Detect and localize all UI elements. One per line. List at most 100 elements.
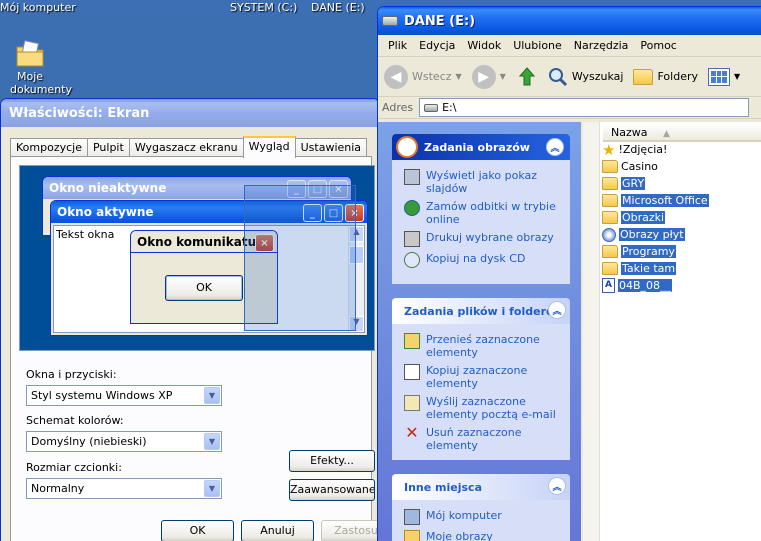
sort-ascending-icon: ▲: [662, 129, 670, 139]
file-tasks-header[interactable]: Zadania plików i folderów ︽: [392, 298, 570, 324]
task-slideshow[interactable]: Wyświetl jako pokaz slajdów: [392, 166, 570, 197]
other-places-header[interactable]: Inne miejsca ︽: [392, 474, 570, 500]
desktop-icon-my-documents[interactable]: Moje dokumenty: [10, 38, 72, 96]
printer-icon: [404, 231, 420, 247]
menu-view[interactable]: Widok: [461, 39, 507, 52]
file-name: GRY: [621, 177, 646, 190]
task-move-items[interactable]: Przenieś zaznaczone elementy: [392, 330, 570, 361]
my-documents-icon: [14, 38, 46, 70]
address-label: Adres: [382, 101, 414, 114]
color-scheme-select[interactable]: Domyślny (niebieski) ▼: [26, 431, 222, 452]
file-name: Casino: [621, 160, 658, 173]
collapse-chevron-icon[interactable]: ︽: [548, 477, 566, 495]
file-name: Takie tam: [621, 262, 677, 275]
task-print-images[interactable]: Drukuj wybrane obrazy: [392, 228, 570, 249]
other-places-title: Inne miejsca: [404, 480, 482, 494]
back-button[interactable]: ◀ Wstecz ▼: [384, 64, 462, 89]
views-icon: [708, 67, 730, 86]
menu-favorites[interactable]: Ulubione: [507, 39, 568, 52]
task-order-prints[interactable]: Zamów odbitki w trybie online: [392, 197, 570, 228]
folders-button[interactable]: Foldery: [633, 68, 698, 85]
address-input[interactable]: E:\: [419, 98, 750, 117]
task-pane: Zadania obrazów ︽ Wyświetl jako pokaz sla…: [378, 122, 581, 541]
file-name: !Zdjęcia!: [618, 143, 668, 156]
explorer-window: DANE (E:) Plik Edycja Widok Ulubione Nar…: [377, 6, 761, 541]
pictures-folder-icon: [404, 530, 420, 541]
collapse-chevron-icon[interactable]: ︽: [546, 138, 564, 156]
advanced-button[interactable]: Zaawansowane: [289, 479, 375, 501]
tab-desktop[interactable]: Pulpit: [86, 138, 130, 157]
file-list-item[interactable]: Programy: [602, 243, 676, 260]
collapse-chevron-icon[interactable]: ︽: [548, 301, 566, 319]
file-list-item[interactable]: Obrazki: [602, 209, 666, 226]
task-email-items[interactable]: Wyślij zaznaczone elementy pocztą e-mail: [392, 392, 570, 423]
place-my-computer[interactable]: Mój komputer: [392, 506, 570, 527]
cd-icon: [404, 252, 420, 268]
tab-themes[interactable]: Kompozycje: [10, 138, 88, 157]
menu-tools[interactable]: Narzędzia: [568, 39, 635, 52]
drive-icon: [382, 16, 398, 26]
chevron-down-icon: ▼: [455, 72, 462, 81]
desktop-icon-label: Moje dokumenty: [10, 70, 72, 96]
properties-tabs: Kompozycje Pulpit Wygaszacz ekranu Wyglą…: [10, 136, 368, 158]
file-list-item[interactable]: A 04B_08__: [602, 277, 673, 294]
other-places-panel: Inne miejsca ︽ Mój komputer Moje obrazy: [392, 474, 570, 541]
column-header-name[interactable]: Nazwa ▲: [603, 124, 761, 142]
color-scheme-label: Schemat kolorów:: [26, 414, 124, 427]
file-list-scrollbar[interactable]: [583, 122, 600, 541]
column-name-label: Nazwa: [611, 126, 648, 139]
ok-button[interactable]: OK: [161, 520, 234, 541]
forward-button[interactable]: ▶ ▼: [471, 64, 506, 89]
menu-file[interactable]: Plik: [382, 39, 413, 52]
folder-icon: [602, 194, 618, 207]
font-size-select[interactable]: Normalny ▼: [26, 478, 222, 499]
tab-settings[interactable]: Ustawienia: [294, 138, 368, 157]
font-file-icon: A: [602, 278, 615, 293]
explorer-titlebar[interactable]: DANE (E:): [378, 7, 761, 35]
views-button[interactable]: ▼: [708, 67, 740, 86]
desktop-label-system-drive[interactable]: SYSTEM (C:): [230, 1, 297, 14]
search-button[interactable]: Wyszukaj: [548, 67, 623, 87]
file-list-item[interactable]: Casino: [602, 158, 658, 175]
file-name: Programy: [621, 245, 676, 258]
menu-help[interactable]: Pomoc: [634, 39, 682, 52]
place-my-pictures[interactable]: Moje obrazy: [392, 527, 570, 541]
delete-icon: ✕: [405, 423, 419, 442]
file-name: Obrazy płyt: [619, 228, 685, 241]
apply-button[interactable]: Zastosuj: [321, 520, 379, 541]
cancel-button[interactable]: Anuluj: [241, 520, 314, 541]
chevron-down-icon: ▼: [204, 433, 220, 450]
menu-edit[interactable]: Edycja: [413, 39, 461, 52]
preview-window-text: Tekst okna: [56, 228, 115, 241]
desktop-label-data-drive[interactable]: DANE (E:): [311, 1, 365, 14]
folder-icon: [602, 177, 618, 190]
effects-button[interactable]: Efekty...: [289, 450, 375, 472]
folders-icon: [633, 68, 654, 85]
up-folder-icon: [516, 66, 538, 88]
file-list-item[interactable]: Takie tam: [602, 260, 677, 277]
forward-arrow-icon: ▶: [471, 64, 496, 89]
tab-appearance[interactable]: Wygląd: [242, 136, 296, 158]
folder-icon: [602, 160, 618, 173]
up-button[interactable]: [516, 66, 538, 88]
task-copy-items[interactable]: Kopiuj zaznaczone elementy: [392, 361, 570, 392]
windows-buttons-select[interactable]: Styl systemu Windows XP ▼: [26, 385, 222, 406]
file-name: Obrazki: [621, 211, 666, 224]
drive-icon: [424, 103, 439, 112]
disc-icon: [602, 227, 616, 242]
file-name: Microsoft Office: [621, 194, 709, 207]
star-icon: ★: [602, 140, 616, 159]
file-list-item[interactable]: ★ !Zdjęcia!: [602, 140, 668, 159]
file-list-item[interactable]: GRY: [602, 175, 646, 192]
desktop-label-my-computer[interactable]: Mój komputer: [0, 1, 76, 14]
file-list-item[interactable]: Microsoft Office: [602, 192, 709, 209]
file-list-item[interactable]: Obrazy płyt: [602, 226, 685, 243]
tab-screensaver[interactable]: Wygaszacz ekranu: [128, 138, 244, 157]
file-name: 04B_08__: [618, 279, 673, 292]
address-value: E:\: [442, 101, 457, 114]
image-tasks-header[interactable]: Zadania obrazów ︽: [392, 134, 570, 160]
properties-titlebar[interactable]: Właściwości: Ekran: [1, 99, 379, 127]
image-tasks-panel: Zadania obrazów ︽ Wyświetl jako pokaz sla…: [392, 134, 570, 284]
task-delete-items[interactable]: ✕ Usuń zaznaczone elementy: [392, 423, 570, 454]
task-copy-to-cd[interactable]: Kopiuj na dysk CD: [392, 249, 570, 270]
